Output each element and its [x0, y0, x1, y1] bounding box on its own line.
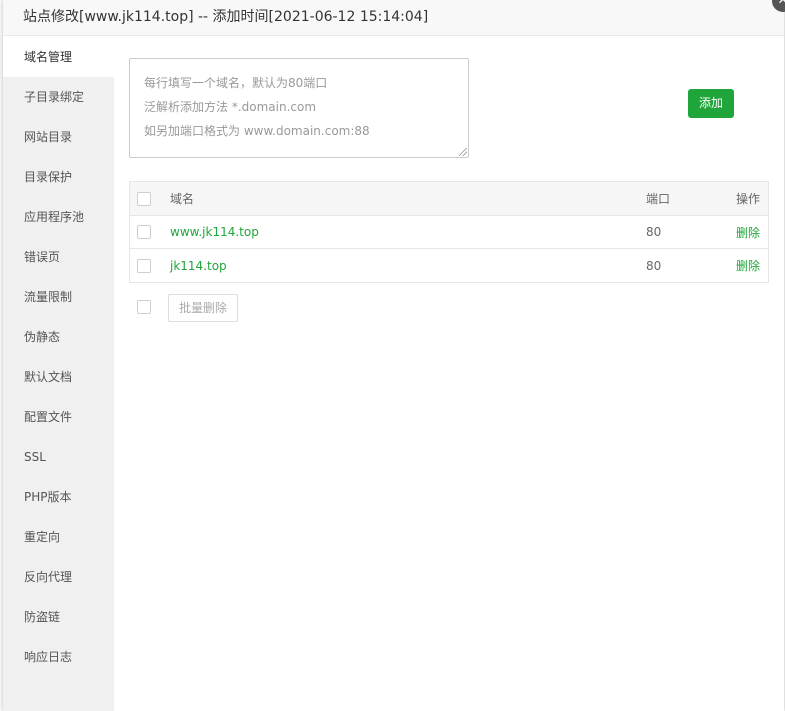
sidebar-item-rewrite[interactable]: 伪静态 [3, 317, 114, 357]
column-header-port: 端口 [646, 192, 671, 206]
domain-link[interactable]: www.jk114.top [170, 216, 259, 248]
resize-handle-icon[interactable] [459, 148, 467, 156]
table-row: www.jk114.top 80 删除 [130, 216, 768, 249]
row-checkbox[interactable] [137, 225, 151, 239]
batch-select-checkbox[interactable] [137, 300, 151, 314]
batch-actions: 批量删除 [129, 294, 429, 322]
placeholder-line: 每行填写一个域名，默认为80端口 [144, 76, 328, 90]
port-value: 80 [646, 225, 662, 239]
port-value: 80 [646, 258, 662, 273]
row-checkbox[interactable] [137, 258, 151, 273]
placeholder-line: 泛解析添加方法 *.domain.com [144, 100, 317, 114]
sidebar-item-subdirectory-binding[interactable]: 子目录绑定 [3, 77, 114, 117]
delete-button[interactable]: 删除 [736, 216, 760, 248]
sidebar-item-ssl[interactable]: SSL [3, 437, 114, 477]
sidebar-item-response-log[interactable]: 响应日志 [3, 637, 114, 677]
sidebar-item-domain-management[interactable]: 域名管理 [3, 37, 114, 77]
main-content: 每行填写一个域名，默认为80端口 泛解析添加方法 *.domain.com 如另… [114, 37, 784, 711]
sidebar-item-directory-protection[interactable]: 目录保护 [3, 157, 114, 197]
delete-button[interactable]: 删除 [736, 249, 760, 282]
dialog-title: 站点修改[www.jk114.top] -- 添加时间[2021-06-12 1… [3, 0, 784, 36]
sidebar: 域名管理 子目录绑定 网站目录 目录保护 应用程序池 错误页 流量限制 伪静态 … [3, 37, 114, 711]
sidebar-item-reverse-proxy[interactable]: 反向代理 [3, 557, 114, 597]
add-domain-button[interactable]: 添加 [688, 89, 734, 118]
sidebar-item-site-directory[interactable]: 网站目录 [3, 117, 114, 157]
site-edit-dialog: 站点修改[www.jk114.top] -- 添加时间[2021-06-12 1… [3, 0, 785, 711]
sidebar-item-default-document[interactable]: 默认文档 [3, 357, 114, 397]
sidebar-item-redirect[interactable]: 重定向 [3, 517, 114, 557]
column-header-action: 操作 [736, 192, 761, 206]
domain-input[interactable]: 每行填写一个域名，默认为80端口 泛解析添加方法 *.domain.com 如另… [129, 58, 469, 158]
sidebar-item-error-page[interactable]: 错误页 [3, 237, 114, 277]
sidebar-item-app-pool[interactable]: 应用程序池 [3, 197, 114, 237]
column-header-domain: 域名 [170, 192, 195, 206]
sidebar-item-config-file[interactable]: 配置文件 [3, 397, 114, 437]
sidebar-item-traffic-limit[interactable]: 流量限制 [3, 277, 114, 317]
placeholder-line: 如另加端口格式为 www.domain.com:88 [144, 124, 370, 138]
domain-link[interactable]: jk114.top [170, 249, 227, 282]
select-all-checkbox[interactable] [137, 191, 151, 206]
domain-table: 域名 端口 操作 www.jk114.top 80 删除 jk114.top 8… [129, 181, 769, 283]
table-header: 域名 端口 操作 [130, 182, 768, 216]
domain-input-placeholder: 每行填写一个域名，默认为80端口 泛解析添加方法 *.domain.com 如另… [144, 71, 370, 143]
table-row: jk114.top 80 删除 [130, 249, 768, 282]
sidebar-item-php-version[interactable]: PHP版本 [3, 477, 114, 517]
batch-delete-button[interactable]: 批量删除 [168, 294, 238, 322]
sidebar-item-hotlink-protection[interactable]: 防盗链 [3, 597, 114, 637]
